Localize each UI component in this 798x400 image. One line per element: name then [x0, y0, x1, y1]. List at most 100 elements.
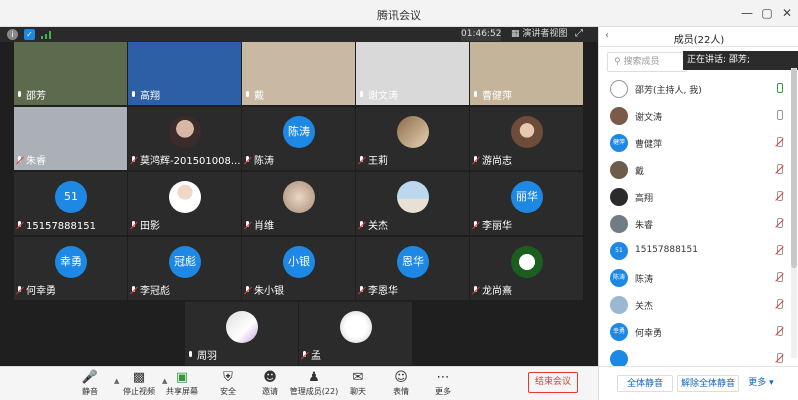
microphone-icon — [16, 91, 23, 100]
video-tile[interactable]: 陈涛 陈涛 — [242, 107, 355, 170]
video-tile[interactable]: 王莉 — [356, 107, 469, 170]
video-tile[interactable]: 田影 — [128, 172, 241, 235]
participant-name-label: 15157888151 — [26, 221, 96, 232]
video-tile[interactable]: 莫鸿辉-201501008... — [128, 107, 241, 170]
video-tile[interactable]: 高翔 — [128, 42, 241, 105]
member-name: 陈涛 — [635, 275, 654, 285]
video-tile[interactable]: 戴 — [242, 42, 355, 105]
participant-name: 肖维 — [244, 220, 274, 233]
member-avatar — [610, 296, 628, 314]
security-button[interactable]: ⛨ 安全 — [206, 370, 250, 397]
video-tile[interactable]: 恩华 李恩华 — [356, 237, 469, 300]
participant-name-label: 关杰 — [368, 221, 388, 232]
reactions-button[interactable]: ☺ 表情 — [379, 370, 423, 397]
video-tile[interactable]: 曹健萍 — [470, 42, 583, 105]
member-search-input[interactable]: ⚲ 搜索成员 — [607, 52, 687, 72]
chat-button[interactable]: ✉ 聊天 — [336, 370, 380, 397]
mic-muted-icon[interactable] — [775, 326, 783, 337]
mic-muted-icon — [16, 156, 23, 165]
participant-name-label: 曹健萍 — [482, 91, 512, 102]
mic-muted-icon[interactable] — [775, 353, 783, 364]
video-tile[interactable]: 邵芳 — [14, 42, 127, 105]
members-scrollbar[interactable] — [791, 68, 797, 358]
mic-muted-icon[interactable] — [775, 245, 783, 256]
end-meeting-button[interactable]: 结束会议 — [528, 372, 578, 393]
member-row[interactable]: 邵芳(主持人, 我) — [599, 76, 791, 102]
maximize-icon[interactable]: ▢ — [757, 4, 777, 22]
member-row[interactable]: 健萍 曹健萍 — [599, 130, 791, 156]
video-tile[interactable]: 肖维 — [242, 172, 355, 235]
mic-muted-icon[interactable] — [775, 164, 783, 175]
mic-muted-icon — [16, 221, 23, 230]
microphone-icon[interactable] — [775, 83, 783, 94]
participant-name: 龙尚熹 — [472, 285, 512, 298]
participant-name-label: 陈涛 — [254, 156, 274, 167]
video-tile[interactable]: 关杰 — [356, 172, 469, 235]
participant-avatar — [340, 311, 372, 343]
shield-icon[interactable]: ✓ — [24, 29, 35, 40]
close-icon[interactable]: ✕ — [777, 4, 797, 22]
participant-name: 何幸勇 — [16, 285, 56, 298]
mic-muted-icon[interactable] — [775, 137, 783, 148]
mic-muted-icon[interactable] — [775, 218, 783, 229]
microphone-icon — [472, 91, 479, 100]
info-icon[interactable]: i — [7, 29, 18, 40]
video-tile[interactable]: 51 15157888151 — [14, 172, 127, 235]
participant-avatar — [397, 116, 429, 148]
member-row[interactable]: 陈涛 陈涛 — [599, 265, 791, 291]
search-icon: ⚲ — [614, 57, 621, 67]
mute-label: 静音 — [82, 387, 98, 396]
member-row[interactable]: 51 15157888151 — [599, 238, 791, 264]
member-avatar — [610, 188, 628, 206]
participant-name-label: 游尚志 — [482, 156, 512, 167]
participant-name: 谢文涛 — [358, 90, 398, 103]
mic-muted-icon — [301, 351, 308, 360]
member-row[interactable]: 关杰 — [599, 292, 791, 318]
member-row[interactable]: 幸勇 何幸勇 — [599, 319, 791, 345]
more-button[interactable]: ⋯ 更多 — [421, 370, 465, 397]
more-icon: ⋯ — [436, 370, 450, 385]
video-tile[interactable]: 周羽 — [185, 302, 298, 365]
mic-muted-icon — [130, 221, 137, 230]
participant-name: 邵芳 — [16, 90, 46, 103]
participant-avatar — [511, 246, 543, 278]
video-tile[interactable]: 小银 朱小银 — [242, 237, 355, 300]
member-row[interactable]: 戴 — [599, 157, 791, 183]
panel-more-button[interactable]: 更多 ▾ — [743, 375, 779, 392]
video-tile[interactable]: 龙尚熹 — [470, 237, 583, 300]
participant-name-label: 李丽华 — [482, 221, 512, 232]
video-tile[interactable]: 幸勇 何幸勇 — [14, 237, 127, 300]
unmute-all-button[interactable]: 解除全体静音 — [677, 375, 739, 392]
share-screen-button[interactable]: ▣ 共享屏幕 — [160, 370, 204, 397]
microphone-icon[interactable] — [775, 110, 783, 121]
minimize-icon[interactable]: — — [737, 4, 757, 22]
mic-muted-icon — [244, 156, 251, 165]
mic-muted-icon[interactable] — [775, 191, 783, 202]
chat-icon: ✉ — [352, 370, 364, 385]
scroll-thumb[interactable] — [791, 68, 797, 268]
fullscreen-icon[interactable]: ⤢ — [575, 28, 587, 40]
video-tile[interactable]: 丽华 李丽华 — [470, 172, 583, 235]
manage-members-button[interactable]: ♟ 管理成员(22) — [286, 370, 342, 397]
participant-name-label: 王莉 — [368, 156, 388, 167]
member-avatar — [610, 80, 628, 98]
video-tile[interactable]: 朱睿 — [14, 107, 127, 170]
video-tile[interactable]: 游尚志 — [470, 107, 583, 170]
member-avatar: 陈涛 — [610, 269, 628, 287]
mic-muted-icon[interactable] — [775, 299, 783, 310]
stop-video-button[interactable]: ▩ 停止视频 — [117, 370, 161, 397]
video-tile[interactable]: 冠彪 李冠彪 — [128, 237, 241, 300]
member-row[interactable]: 谢文涛 — [599, 103, 791, 129]
video-tile[interactable]: 孟 — [299, 302, 412, 365]
mute-button[interactable]: 🎤 静音 — [68, 370, 112, 397]
video-tile[interactable]: 谢文涛 — [356, 42, 469, 105]
participant-name-label: 莫鸿辉-201501008... — [140, 156, 241, 167]
mic-muted-icon — [244, 221, 251, 230]
signal-icon[interactable] — [41, 31, 53, 39]
speaker-view-button[interactable]: ▦ 演讲者视图 — [511, 28, 567, 41]
member-row[interactable]: 高翔 — [599, 184, 791, 210]
mic-muted-icon[interactable] — [775, 272, 783, 283]
mute-all-button[interactable]: 全体静音 — [617, 375, 673, 392]
member-row[interactable]: 朱睿 — [599, 211, 791, 237]
participant-name: 王莉 — [358, 155, 388, 168]
